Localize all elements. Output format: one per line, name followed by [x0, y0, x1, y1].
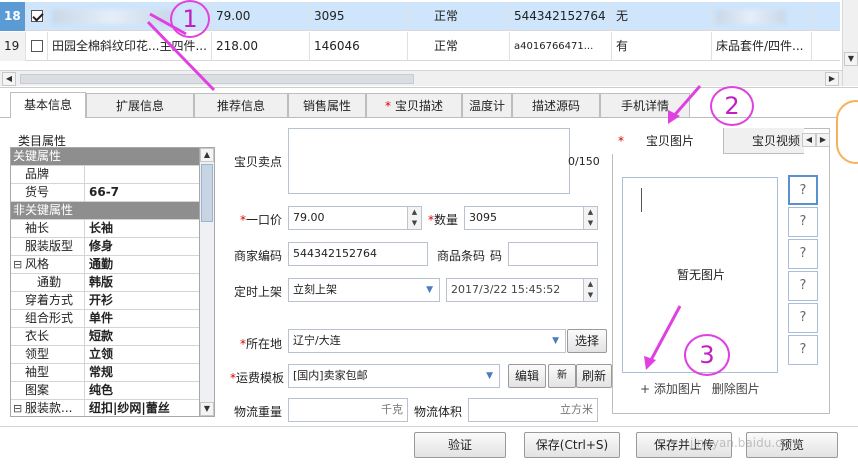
annotation-2: 2	[710, 86, 754, 126]
annotation-arrows	[146, 12, 702, 370]
side-widget[interactable]	[836, 100, 858, 164]
annotation-3: 3	[684, 334, 730, 376]
watermark: jingyan.baidu.com	[690, 436, 801, 450]
annotation-1: 1	[170, 0, 210, 38]
editor-window: 18 79.00 3095 正常 544342152764 无 19 田园全棉斜…	[0, 0, 858, 475]
